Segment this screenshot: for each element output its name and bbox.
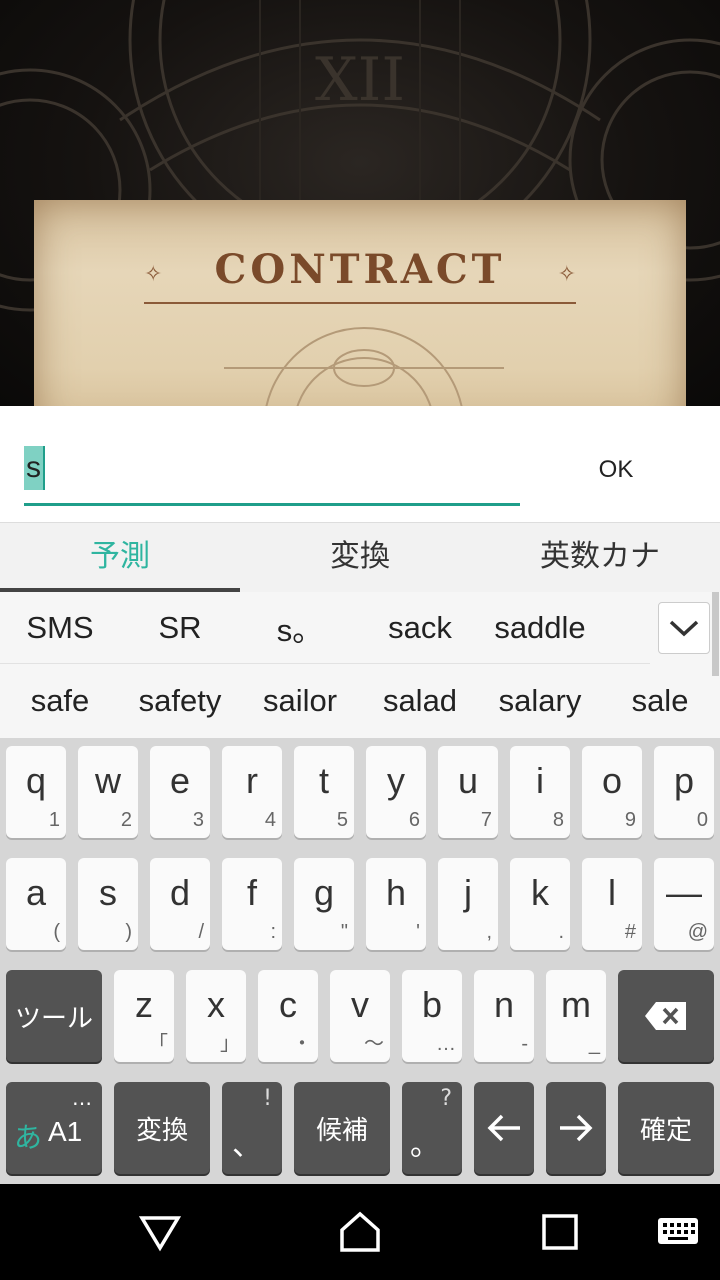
back-icon[interactable] <box>136 1208 184 1256</box>
convert-key[interactable]: 変換 <box>114 1082 210 1174</box>
candidate-list: SMS SR s。 sack saddle safe safety sailor… <box>0 592 720 738</box>
tab-prediction[interactable]: 予測 <box>0 523 240 592</box>
more-indicator: … <box>72 1086 92 1110</box>
key-dash[interactable]: — @ <box>654 858 714 950</box>
expand-candidates-button[interactable] <box>658 602 710 654</box>
roman-numeral-text: XII <box>315 45 405 115</box>
candidate-item[interactable]: salary <box>480 683 600 719</box>
candidate-item[interactable]: SMS <box>0 610 120 646</box>
key-b[interactable]: b… <box>402 970 462 1062</box>
candidate-item[interactable]: safety <box>120 683 240 719</box>
candidate-item[interactable]: sailor <box>240 683 360 719</box>
key-q[interactable]: q1 <box>6 746 66 838</box>
key-u[interactable]: u7 <box>438 746 498 838</box>
mode-kana-label: あ <box>14 1121 43 1154</box>
candidate-item[interactable]: sale <box>600 683 720 719</box>
contract-title: CONTRACT <box>214 246 506 293</box>
key-n[interactable]: n- <box>474 970 534 1062</box>
ime-mode-tabs: 予測 変換 英数カナ <box>0 522 720 592</box>
system-navigation-bar <box>0 1184 720 1280</box>
text-input-dialog: s OK <box>0 406 720 522</box>
candidate-item[interactable]: s。 <box>240 605 360 650</box>
key-e[interactable]: e3 <box>150 746 210 838</box>
key-s[interactable]: s) <box>78 858 138 950</box>
candidate-scrollbar[interactable] <box>712 592 719 676</box>
key-f[interactable]: f: <box>222 858 282 950</box>
key-z[interactable]: z 「 <box>114 970 174 1062</box>
key-i[interactable]: i8 <box>510 746 570 838</box>
cursor-right-key[interactable] <box>546 1082 606 1174</box>
key-o[interactable]: o9 <box>582 746 642 838</box>
key-k[interactable]: k. <box>510 858 570 950</box>
period-key[interactable]: ? 。 <box>402 1082 462 1174</box>
input-value: s <box>24 446 45 490</box>
key-h[interactable]: h ' <box>366 858 426 950</box>
candidate-row-2: safe safety sailor salad salary sale <box>0 665 720 737</box>
tab-conversion[interactable]: 変換 <box>240 523 480 592</box>
backspace-key[interactable] <box>618 970 714 1062</box>
arrow-right-icon <box>560 1114 593 1142</box>
key-j[interactable]: j, <box>438 858 498 950</box>
key-p[interactable]: p0 <box>654 746 714 838</box>
key-w[interactable]: w2 <box>78 746 138 838</box>
key-x[interactable]: x」 <box>186 970 246 1062</box>
candidates-key[interactable]: 候補 <box>294 1082 390 1174</box>
key-t[interactable]: t5 <box>294 746 354 838</box>
arrow-left-icon <box>487 1114 520 1142</box>
title-rule <box>144 302 576 304</box>
candidate-item[interactable]: safe <box>0 683 120 719</box>
backspace-icon <box>645 1002 686 1030</box>
candidate-row-1: SMS SR s。 sack saddle <box>0 592 650 664</box>
key-c[interactable]: c ・ <box>258 970 318 1062</box>
software-keyboard: q1 w2 e3 r4 t5 y6 u7 i8 o9 p0 a( s) d / f… <box>0 738 720 1184</box>
comma-key[interactable]: ! 、 <box>222 1082 282 1174</box>
magic-circle-icon <box>224 327 504 406</box>
key-r[interactable]: r4 <box>222 746 282 838</box>
text-input-field[interactable]: s <box>24 442 520 506</box>
confirm-key[interactable]: 確定 <box>618 1082 714 1174</box>
key-d[interactable]: d / <box>150 858 210 950</box>
chevron-down-icon <box>669 620 699 637</box>
candidate-item[interactable]: SR <box>120 610 240 646</box>
key-y[interactable]: y6 <box>366 746 426 838</box>
key-g[interactable]: g " <box>294 858 354 950</box>
cursor-left-key[interactable] <box>474 1082 534 1174</box>
tool-key[interactable]: ツール <box>6 970 102 1062</box>
keyboard-switch-icon[interactable] <box>656 1216 704 1264</box>
key-a[interactable]: a( <box>6 858 66 950</box>
game-background: XII ✧ CONTRACT ✧ <box>0 0 720 406</box>
home-icon[interactable] <box>336 1208 384 1256</box>
contract-paper: ✧ CONTRACT ✧ <box>34 200 686 406</box>
mode-alpha-label: A1 <box>48 1116 83 1147</box>
key-v[interactable]: v ～ <box>330 970 390 1062</box>
candidate-item[interactable]: saddle <box>480 610 600 646</box>
candidate-item[interactable]: sack <box>360 610 480 646</box>
input-mode-key[interactable]: … あ A1 <box>6 1082 102 1174</box>
recent-apps-icon[interactable] <box>536 1208 584 1256</box>
tab-alphanumeric-kana[interactable]: 英数カナ <box>480 523 720 592</box>
key-l[interactable]: l # <box>582 858 642 950</box>
ornament-right-icon: ✧ <box>557 262 576 287</box>
candidate-item[interactable]: salad <box>360 683 480 719</box>
ok-button[interactable]: OK <box>576 446 656 494</box>
key-m[interactable]: m _ <box>546 970 606 1062</box>
